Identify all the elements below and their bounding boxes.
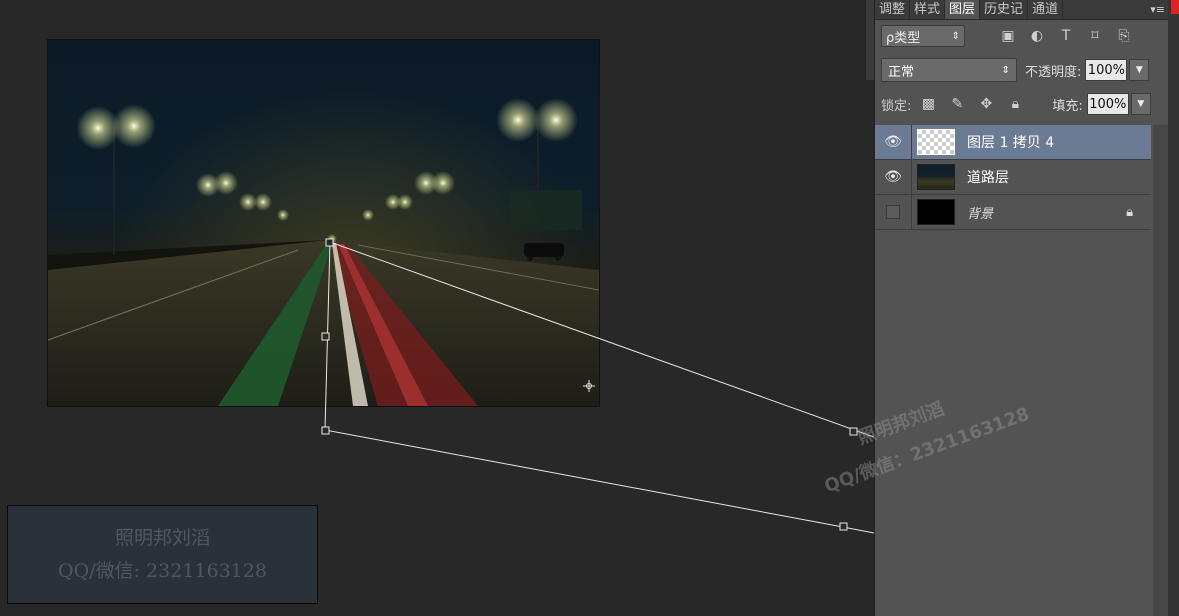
tab-channels[interactable]: 通道: [1028, 0, 1064, 19]
canvas-scrollbar[interactable]: [866, 0, 874, 80]
lock-paint-icon[interactable]: ✎: [948, 96, 966, 112]
blend-mode-value: 正常: [888, 64, 915, 80]
lock-label: 锁定:: [881, 98, 912, 114]
blend-opacity-row: 正常 ⇕ 不透明度: 100% ▼: [881, 58, 1169, 82]
layer-name: 道路层: [967, 170, 1009, 186]
panel-menu-icon[interactable]: ▾≡: [1150, 0, 1165, 19]
tab-adjustments[interactable]: 调整: [875, 0, 911, 19]
close-indicator[interactable]: [1171, 0, 1179, 14]
layer-thumbnail: [917, 164, 955, 190]
panel-tabs: 调整 样式 图层 历史记 通道 ▾≡: [875, 0, 1169, 20]
filter-kind-select[interactable]: ρ类型 ⇕: [881, 25, 965, 47]
tab-history[interactable]: 历史记: [980, 0, 1029, 19]
shape-filter-icon[interactable]: ⌑: [1086, 28, 1104, 44]
updown-arrow-icon: ⇕: [951, 30, 960, 42]
lock-position-icon[interactable]: ✥: [977, 96, 995, 112]
updown-arrow-icon: ⇕: [1001, 64, 1010, 76]
fill-input[interactable]: 100%: [1086, 93, 1129, 115]
watermark-line1: 照明邦刘滔: [114, 526, 210, 549]
lock-all-icon[interactable]: 🔒︎: [1006, 96, 1024, 112]
image-filter-icon[interactable]: ▣: [999, 28, 1017, 44]
tab-layers[interactable]: 图层: [945, 0, 981, 19]
lock-fill-row: 锁定: ▩ ✎ ✥ 🔒︎ 填充: 100% ▼: [881, 93, 1169, 115]
visibility-toggle[interactable]: [875, 195, 912, 229]
layer-row[interactable]: 👁︎ 图层 1 拷贝 4: [875, 125, 1151, 160]
dock-strip: [1168, 0, 1179, 616]
fill-dropdown-arrow[interactable]: ▼: [1130, 93, 1151, 115]
eye-icon[interactable]: 👁︎: [875, 125, 912, 159]
layer-filter-row: ρ类型 ⇕ ▣ ◐ T ⌑ ⎘: [881, 25, 1169, 47]
filter-kind-label: ρ类型: [886, 30, 921, 46]
layers-panel: 调整 样式 图层 历史记 通道 ▾≡ ρ类型 ⇕ ▣ ◐ T ⌑ ⎘ 正常 ⇕ …: [874, 0, 1169, 616]
layer-row[interactable]: 背景 🔒︎: [875, 195, 1151, 230]
layer-thumbnail: [917, 199, 955, 225]
opacity-input[interactable]: 100%: [1085, 59, 1128, 81]
night-road-photo[interactable]: [48, 40, 599, 406]
transform-handle: [849, 427, 858, 436]
smart-object-filter-icon[interactable]: ⎘: [1115, 28, 1133, 44]
layer-name: 图层 1 拷贝 4: [967, 135, 1055, 151]
eye-icon[interactable]: 👁︎: [875, 160, 912, 194]
blend-mode-select[interactable]: 正常 ⇕: [881, 58, 1017, 82]
layers-scrollbar[interactable]: [1153, 125, 1169, 616]
transform-handle: [321, 426, 330, 435]
tab-styles[interactable]: 样式: [910, 0, 946, 19]
lock-transparent-icon[interactable]: ▩: [919, 96, 937, 112]
layers-list: 👁︎ 图层 1 拷贝 4 👁︎ 道路层 背景 🔒︎: [875, 125, 1151, 230]
watermark-box: 照明邦刘滔 QQ/微信: 2321163128: [7, 505, 318, 604]
opacity-label: 不透明度:: [1025, 64, 1082, 80]
adjustment-filter-icon[interactable]: ◐: [1028, 28, 1046, 44]
fill-label: 填充:: [1052, 98, 1083, 114]
lock-icon: 🔒︎: [1126, 204, 1133, 220]
opacity-dropdown-arrow[interactable]: ▼: [1129, 59, 1150, 81]
layer-name: 背景: [967, 206, 994, 222]
transform-handle: [839, 522, 848, 531]
road-photo-illustration: [48, 98, 599, 406]
layer-thumbnail: [917, 129, 955, 155]
type-filter-icon[interactable]: T: [1057, 28, 1075, 44]
watermark-line2: QQ/微信: 2321163128: [58, 559, 267, 582]
layer-row[interactable]: 👁︎ 道路层: [875, 160, 1151, 195]
